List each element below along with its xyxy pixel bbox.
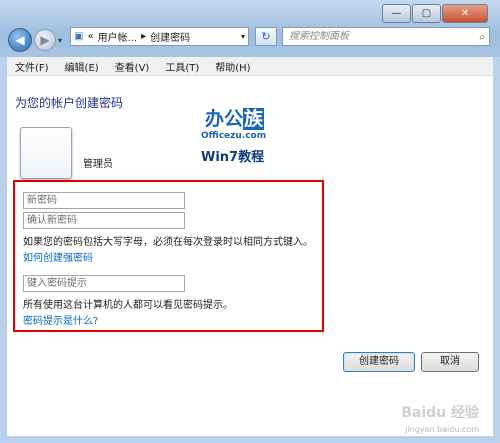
watermark-tagline: Win7教程 xyxy=(201,150,265,165)
watermark-url: Officezu.com xyxy=(201,131,267,141)
recent-pages-dropdown-icon[interactable]: ▾ xyxy=(58,36,62,45)
highlight-box: 新密码 确认新密码 如果您的密码包括大写字母，必须在每次登录时以相同方式键入。 … xyxy=(13,180,324,332)
maximize-button[interactable]: ▢ xyxy=(412,4,441,23)
menu-help[interactable]: 帮助(H) xyxy=(207,59,258,74)
search-input[interactable]: 搜索控制面板 ⌕ xyxy=(282,27,490,46)
password-hint-input[interactable]: 键入密码提示 xyxy=(23,275,185,292)
navigation-buttons: ◀ ▶ ▾ xyxy=(8,28,62,52)
menu-tools[interactable]: 工具(T) xyxy=(157,59,207,74)
menu-view[interactable]: 查看(V) xyxy=(107,59,158,74)
cancel-button[interactable]: 取消 xyxy=(421,352,479,372)
password-hint-link[interactable]: 密码提示是什么? xyxy=(23,312,98,327)
address-bar[interactable]: ▣ « 用户帐... ▸ 创建密码 ▾ xyxy=(70,27,249,46)
confirm-password-input[interactable]: 确认新密码 xyxy=(23,212,185,229)
caps-lock-note: 如果您的密码包括大写字母，必须在每次登录时以相同方式键入。 xyxy=(23,237,313,248)
breadcrumb-separator-icon: ▸ xyxy=(141,31,147,42)
menu-edit[interactable]: 编辑(E) xyxy=(57,59,107,74)
window-controls: — ▢ ✕ xyxy=(382,4,488,23)
control-panel-window: — ▢ ✕ ◀ ▶ ▾ ▣ « 用户帐... ▸ 创建密码 ▾ ↻ 搜索控制面板… xyxy=(0,0,500,443)
breadcrumb-overflow[interactable]: « xyxy=(87,31,93,42)
refresh-button[interactable]: ↻ xyxy=(255,27,277,46)
user-avatar xyxy=(20,127,72,179)
search-placeholder: 搜索控制面板 xyxy=(289,31,349,42)
search-icon[interactable]: ⌕ xyxy=(479,29,485,46)
forward-button[interactable]: ▶ xyxy=(34,29,56,51)
new-password-input[interactable]: 新密码 xyxy=(23,192,185,209)
close-button[interactable]: ✕ xyxy=(442,4,488,23)
menu-file[interactable]: 文件(F) xyxy=(7,59,57,74)
watermark-logo: 办公族 Officezu.com Win7教程 xyxy=(197,104,297,165)
menu-bar: 文件(F) 编辑(E) 查看(V) 工具(T) 帮助(H) xyxy=(7,57,493,76)
back-arrow-icon: ◀ xyxy=(15,33,25,47)
strong-password-link[interactable]: 如何创建强密码 xyxy=(23,249,93,264)
control-panel-icon: ▣ xyxy=(74,31,84,42)
baidu-logo-watermark: Baidu 经验 xyxy=(401,405,479,421)
refresh-icon: ↻ xyxy=(261,30,271,43)
hint-visibility-note: 所有使用这台计算机的人都可以看见密码提示。 xyxy=(23,300,233,311)
minimize-button[interactable]: — xyxy=(382,4,411,23)
address-dropdown-icon[interactable]: ▾ xyxy=(241,32,245,41)
user-name: 管理员 xyxy=(83,159,113,170)
content-pane: 为您的帐户创建密码 管理员 办公族 Officezu.com Win7教程 新密… xyxy=(7,76,493,436)
breadcrumb-create-password[interactable]: 创建密码 xyxy=(150,29,190,44)
breadcrumb-user-accounts[interactable]: 用户帐... xyxy=(98,29,138,44)
create-password-button[interactable]: 创建密码 xyxy=(343,352,415,372)
page-title: 为您的帐户创建密码 xyxy=(15,96,124,110)
watermark-brand: 办公族 xyxy=(205,108,265,130)
forward-arrow-icon: ▶ xyxy=(40,33,50,47)
watermark-site-url: jingyan.baidu.com xyxy=(405,425,479,434)
back-button[interactable]: ◀ xyxy=(8,28,32,52)
